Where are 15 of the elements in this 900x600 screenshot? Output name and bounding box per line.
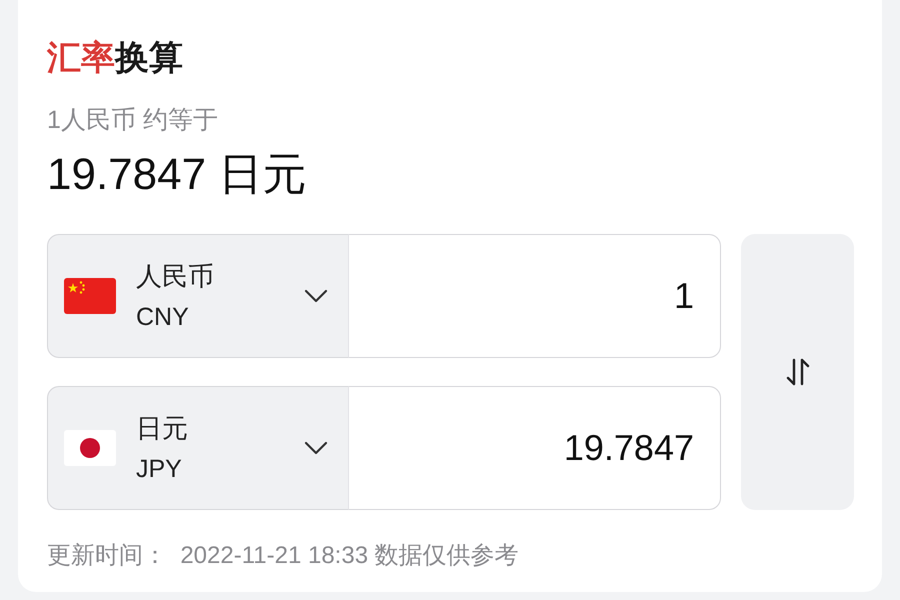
chevron-down-icon (304, 441, 328, 455)
swap-button[interactable] (741, 234, 854, 510)
currency-selector[interactable]: 人民币 CNY (47, 234, 349, 358)
title-text: 汇率 (47, 38, 115, 79)
rate-value: 19.7847 日元 (47, 149, 308, 201)
amount-field[interactable]: 19.7847 (349, 386, 721, 510)
flag-icon (64, 430, 116, 466)
currency-selector[interactable]: 日元 JPY (47, 386, 349, 510)
swap-arrows-icon (784, 357, 810, 387)
chevron-down-icon (304, 289, 328, 303)
flag-icon (64, 278, 116, 314)
title-text: 换算 (115, 38, 183, 79)
amount-field[interactable]: 1 (349, 234, 721, 358)
rate-caption: 1人民币 约等于 (47, 105, 219, 136)
update-note: 更新时间： 2022-11-21 18:33 数据仅供参考 (47, 541, 520, 571)
